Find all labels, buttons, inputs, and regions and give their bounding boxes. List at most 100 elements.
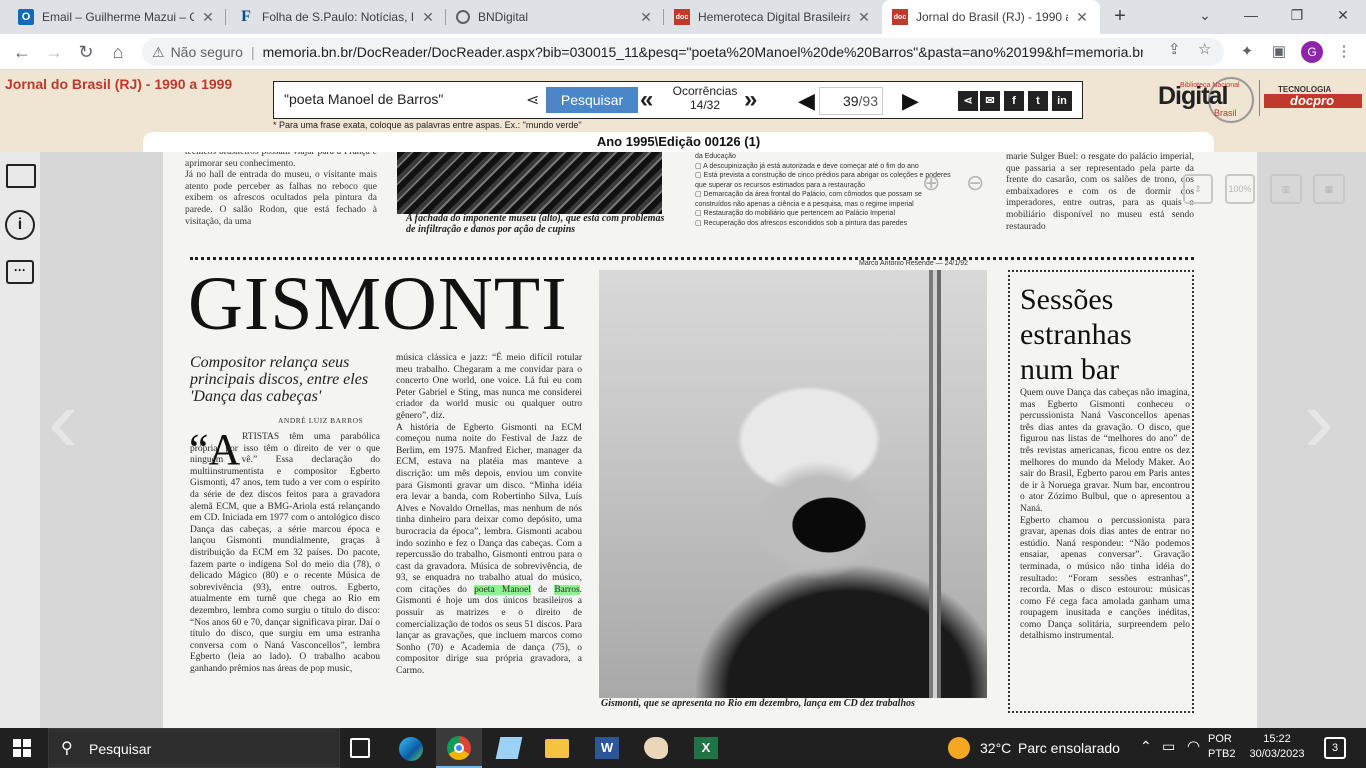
- facebook-icon[interactable]: f: [1004, 91, 1024, 111]
- search-button[interactable]: Pesquisar: [546, 87, 638, 113]
- url-text[interactable]: memoria.bn.br/DocReader/DocReader.aspx?b…: [263, 44, 1143, 60]
- minimize-button[interactable]: —: [1228, 0, 1274, 30]
- edge-icon[interactable]: [399, 737, 423, 761]
- comment-icon[interactable]: ···: [6, 260, 34, 284]
- search-input[interactable]: "poeta Manoel de Barros": [284, 91, 443, 107]
- photo-credit: Marco Antonio Resende — 24/1/92: [859, 260, 968, 267]
- chrome-icon[interactable]: [436, 728, 482, 768]
- show-hidden-icons-icon[interactable]: ⌃: [1140, 738, 1152, 755]
- new-tab-button[interactable]: +: [1108, 5, 1132, 29]
- col2-text: . Gismonti é hoje um dos únicos brasilei…: [396, 584, 583, 677]
- network-icon[interactable]: ▭: [1162, 738, 1175, 755]
- newspaper-page: técnicos brasileiros possam viajar para …: [163, 152, 1257, 728]
- publication-title: Jornal do Brasil (RJ) - 1990 a 1999: [5, 76, 233, 92]
- start-button[interactable]: [13, 739, 31, 757]
- forward-button[interactable]: →: [42, 40, 66, 64]
- article-column-2: música clássica e jazz: “É meio difícil …: [396, 353, 582, 678]
- viewer-sidebar: i ···: [0, 152, 40, 728]
- share-icon[interactable]: ⋖: [958, 91, 978, 111]
- address-bar[interactable]: ⚠ Não seguro | memoria.bn.br/DocReader/D…: [142, 38, 1224, 66]
- maximize-button[interactable]: ❐: [1274, 0, 1320, 30]
- bn-digital-logo: Digital: [1158, 82, 1228, 110]
- warning-icon[interactable]: ⚠: [152, 44, 165, 61]
- back-button[interactable]: ←: [10, 40, 34, 64]
- share-search-icon[interactable]: ⋖: [526, 90, 539, 110]
- tab-search-icon[interactable]: ⌄: [1182, 0, 1228, 30]
- thumbnails-view-icon[interactable]: ▦: [1313, 174, 1345, 204]
- weather-temp[interactable]: 32°C: [980, 740, 1011, 756]
- search-highlight[interactable]: poeta Manoel: [474, 584, 531, 595]
- fit-page-icon[interactable]: ⇕: [1183, 174, 1213, 204]
- weather-desc[interactable]: Parc ensolarado: [1018, 740, 1120, 756]
- language-indicator[interactable]: POR PTB2: [1208, 732, 1236, 762]
- clock-time: 15:22: [1263, 733, 1291, 745]
- email-icon[interactable]: ✉: [980, 91, 1000, 111]
- close-tab-icon[interactable]: ✕: [420, 9, 436, 26]
- next-page-arrow-icon[interactable]: ›: [1304, 370, 1334, 473]
- page-current[interactable]: 39: [843, 93, 859, 109]
- outlook-icon: O: [18, 9, 34, 25]
- reload-button[interactable]: ↻: [74, 40, 98, 64]
- article-headline: GISMONTI: [188, 262, 568, 346]
- next-occurrence-icon[interactable]: »: [744, 86, 757, 114]
- tab-title: Hemeroteca Digital Brasileira: [698, 10, 850, 24]
- paint-icon[interactable]: [644, 737, 668, 759]
- tab-hemeroteca[interactable]: doc Hemeroteca Digital Brasileira ✕: [664, 0, 882, 34]
- zoom-out-icon[interactable]: ⊖: [966, 170, 984, 206]
- wifi-icon[interactable]: ◠: [1187, 737, 1200, 755]
- article-subheadline: Compositor relança seus principais disco…: [190, 354, 369, 405]
- extensions-icon[interactable]: ✦: [1237, 42, 1257, 62]
- zoom-in-icon[interactable]: ⊕: [922, 170, 940, 206]
- menu-kebab-icon[interactable]: ⋮: [1334, 42, 1354, 62]
- folder-icon[interactable]: [6, 164, 36, 188]
- tab-email[interactable]: O Email – Guilherme Mazui – O ✕: [8, 0, 226, 34]
- word-icon[interactable]: W: [595, 737, 619, 759]
- notes-app-icon[interactable]: [495, 737, 523, 759]
- docpro-icon: doc: [892, 9, 908, 25]
- tab-title: Email – Guilherme Mazui – O: [42, 10, 194, 24]
- file-explorer-icon[interactable]: [545, 739, 569, 758]
- close-tab-icon[interactable]: ✕: [200, 9, 216, 26]
- tab-strip: O Email – Guilherme Mazui – O ✕ F Folha …: [0, 0, 1366, 34]
- page-number-input[interactable]: 39/93: [819, 87, 883, 115]
- tab-bndigital[interactable]: BNDigital ✕: [446, 0, 664, 34]
- search-highlight[interactable]: Barros: [554, 584, 580, 595]
- close-tab-icon[interactable]: ✕: [1074, 9, 1090, 26]
- occurrences-value: 14/32: [689, 98, 721, 112]
- tab-jornal-do-brasil[interactable]: doc Jornal do Brasil (RJ) - 1990 a ✕: [882, 0, 1100, 34]
- previous-page-icon[interactable]: ◀: [798, 88, 815, 114]
- close-window-button[interactable]: ✕: [1320, 0, 1366, 30]
- sidebar-article-text: Quem ouve Dança das cabeças não imagina,…: [1020, 388, 1190, 642]
- clock[interactable]: 15:22 30/03/2023: [1248, 732, 1306, 762]
- next-page-icon[interactable]: ▶: [902, 88, 919, 114]
- prev-page-arrow-icon[interactable]: ‹: [48, 370, 78, 473]
- tab-folha[interactable]: F Folha de S.Paulo: Notícias, Im ✕: [228, 0, 446, 34]
- language-code: POR: [1208, 733, 1232, 745]
- share-icon[interactable]: ⇪: [1168, 40, 1181, 58]
- task-view-icon[interactable]: [350, 738, 370, 758]
- page-total: /93: [858, 93, 878, 109]
- home-button[interactable]: ⌂: [106, 40, 130, 64]
- excel-icon[interactable]: X: [694, 737, 718, 759]
- close-tab-icon[interactable]: ✕: [856, 9, 872, 26]
- linkedin-icon[interactable]: in: [1052, 91, 1072, 111]
- profile-avatar[interactable]: G: [1301, 41, 1323, 63]
- browser-toolbar: ← → ↻ ⌂ ⚠ Não seguro | memoria.bn.br/Doc…: [0, 34, 1366, 70]
- logo-brasil: Brasil: [1214, 108, 1237, 118]
- taskbar-search-placeholder: Pesquisar: [89, 741, 152, 757]
- book-view-icon[interactable]: ▥: [1270, 174, 1302, 204]
- weather-icon[interactable]: [948, 737, 970, 759]
- tab-separator: [225, 9, 226, 25]
- notification-center-icon[interactable]: 3: [1324, 737, 1346, 759]
- taskbar-search[interactable]: ⚲ Pesquisar: [48, 728, 340, 768]
- bookmark-star-icon[interactable]: ☆: [1198, 40, 1211, 58]
- side-panel-icon[interactable]: ▣: [1269, 42, 1289, 62]
- security-label[interactable]: Não seguro: [171, 44, 243, 60]
- close-tab-icon[interactable]: ✕: [638, 9, 654, 26]
- twitter-icon[interactable]: t: [1028, 91, 1048, 111]
- info-icon[interactable]: i: [5, 210, 35, 240]
- keyboard-layout: PTB2: [1208, 748, 1236, 760]
- zoom-100-button[interactable]: 100%: [1225, 174, 1255, 204]
- previous-occurrence-icon[interactable]: «: [640, 86, 653, 114]
- edition-title: Ano 1995\Edição 00126 (1): [143, 132, 1214, 152]
